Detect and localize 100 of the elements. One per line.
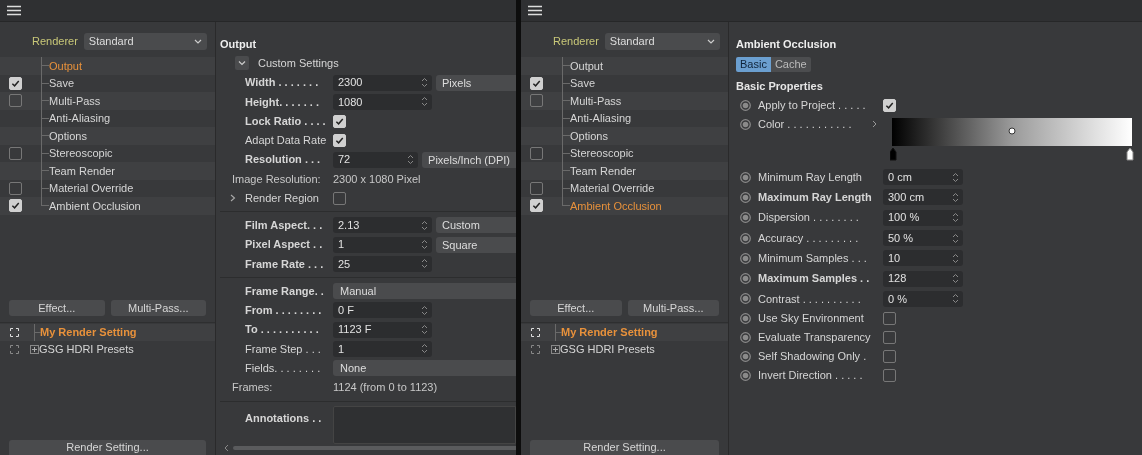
animation-dot-icon[interactable]: [740, 232, 751, 244]
animation-dot-icon[interactable]: [740, 313, 751, 325]
gradient-drawing[interactable]: [890, 118, 1134, 162]
spinner-icon[interactable]: [952, 273, 959, 285]
tree-item[interactable]: Multi-Pass: [0, 92, 215, 110]
unit-dropdown[interactable]: Pixels: [436, 74, 516, 91]
menu-icon[interactable]: [528, 5, 542, 16]
spinner-icon[interactable]: [421, 258, 428, 270]
animation-dot-icon[interactable]: [740, 332, 751, 344]
effect-button[interactable]: Multi-Pass...: [627, 299, 719, 316]
number-field[interactable]: 2300: [333, 74, 432, 91]
spinner-icon[interactable]: [421, 77, 428, 89]
expand-plus-icon[interactable]: [30, 344, 39, 354]
tree-item[interactable]: Team Render: [0, 162, 215, 180]
field-label: Self Shadowing Only .: [758, 349, 868, 365]
unit-dropdown[interactable]: Square: [436, 236, 516, 253]
checkbox[interactable]: [529, 181, 543, 195]
spinner-icon[interactable]: [952, 212, 959, 224]
renderer-dropdown[interactable]: Standard: [83, 33, 207, 50]
spinner-icon[interactable]: [952, 171, 959, 183]
number-field[interactable]: 300 cm: [883, 189, 963, 206]
animation-dot-icon[interactable]: [740, 273, 751, 285]
tree-item[interactable]: Output: [0, 57, 215, 75]
effect-button[interactable]: Effect...: [9, 299, 105, 316]
tree-item[interactable]: Team Render: [521, 162, 728, 180]
unit-dropdown[interactable]: Custom: [436, 217, 516, 234]
number-field[interactable]: 0 cm: [883, 169, 963, 186]
animation-dot-icon[interactable]: [740, 118, 751, 130]
spinner-icon[interactable]: [421, 324, 428, 336]
select-dropdown[interactable]: None: [333, 360, 516, 377]
collapse-toggle[interactable]: [235, 56, 249, 71]
chevron-right-icon[interactable]: [230, 194, 236, 203]
render-setting-button[interactable]: Render Setting...: [9, 440, 206, 455]
number-field[interactable]: 25: [333, 255, 432, 272]
preset-item[interactable]: My Render Setting: [521, 323, 728, 341]
select-dropdown[interactable]: Manual: [333, 283, 516, 300]
number-field[interactable]: 1: [333, 340, 432, 357]
checkbox[interactable]: [883, 331, 896, 345]
field-label: Width . . . . . . .: [245, 75, 320, 91]
spinner-icon[interactable]: [407, 154, 415, 166]
tree-item[interactable]: Options: [521, 127, 728, 145]
checkbox[interactable]: [8, 181, 22, 195]
checkbox[interactable]: [883, 369, 896, 383]
effect-button[interactable]: Effect...: [530, 299, 622, 316]
animation-dot-icon[interactable]: [740, 191, 751, 203]
number-field[interactable]: 1: [333, 236, 432, 253]
expand-plus-icon[interactable]: [551, 344, 560, 354]
number-field[interactable]: 0 F: [333, 302, 432, 319]
spinner-icon[interactable]: [421, 343, 428, 355]
number-field[interactable]: 10: [883, 250, 963, 267]
spinner-icon[interactable]: [952, 232, 959, 244]
tab[interactable]: Cache: [770, 57, 811, 72]
checkbox[interactable]: [8, 94, 22, 108]
tree-item[interactable]: Output: [521, 57, 728, 75]
animation-dot-icon[interactable]: [740, 370, 751, 382]
spinner-icon[interactable]: [421, 219, 428, 231]
number-field[interactable]: 100 %: [883, 209, 963, 226]
animation-dot-icon[interactable]: [740, 293, 751, 305]
render-setting-button[interactable]: Render Setting...: [530, 440, 719, 455]
preset-item[interactable]: GSG HDRI Presets: [521, 340, 728, 358]
tree-item[interactable]: Ambient Occlusion: [521, 197, 728, 215]
number-field[interactable]: 1080: [333, 93, 432, 110]
spinner-icon[interactable]: [421, 304, 428, 316]
checkbox[interactable]: [883, 312, 896, 326]
spinner-icon[interactable]: [421, 96, 428, 108]
effect-button[interactable]: Multi-Pass...: [110, 299, 206, 316]
tree-item[interactable]: Ambient Occlusion: [0, 197, 215, 215]
tab[interactable]: Basic: [736, 57, 771, 72]
unit-dropdown[interactable]: Pixels/Inch (DPI): [422, 151, 516, 168]
tree-item[interactable]: Options: [0, 127, 215, 145]
number-field[interactable]: 72: [333, 151, 419, 168]
number-field[interactable]: 50 %: [883, 230, 963, 247]
number-field[interactable]: 2.13: [333, 217, 432, 234]
animation-dot-icon[interactable]: [740, 351, 751, 363]
number-field[interactable]: 0 %: [883, 290, 963, 307]
checkbox[interactable]: [333, 191, 346, 205]
checkbox[interactable]: [883, 350, 896, 364]
menu-icon[interactable]: [7, 5, 21, 16]
preset-item[interactable]: My Render Setting: [0, 323, 215, 341]
tree-item[interactable]: Multi-Pass: [521, 92, 728, 110]
field-label: Frame Step . . .: [245, 341, 322, 357]
field-label: Annotations . .: [245, 411, 323, 426]
spinner-icon[interactable]: [952, 293, 959, 305]
chevron-right-icon[interactable]: [872, 120, 877, 128]
checkbox[interactable]: [8, 146, 22, 160]
spinner-icon[interactable]: [952, 191, 959, 203]
spinner-icon[interactable]: [421, 239, 428, 251]
annotations-field[interactable]: [333, 406, 516, 444]
number-field[interactable]: 128: [883, 270, 963, 287]
animation-dot-icon[interactable]: [740, 171, 751, 183]
checkbox[interactable]: [529, 146, 543, 160]
spinner-icon[interactable]: [952, 252, 959, 264]
scroll-left-icon[interactable]: [224, 444, 229, 452]
checkbox[interactable]: [529, 94, 543, 108]
animation-dot-icon[interactable]: [740, 252, 751, 264]
number-field[interactable]: 1123 F: [333, 321, 432, 338]
animation-dot-icon[interactable]: [740, 100, 751, 111]
renderer-dropdown[interactable]: Standard: [604, 33, 720, 50]
animation-dot-icon[interactable]: [740, 212, 751, 224]
preset-item[interactable]: GSG HDRI Presets: [0, 340, 215, 358]
